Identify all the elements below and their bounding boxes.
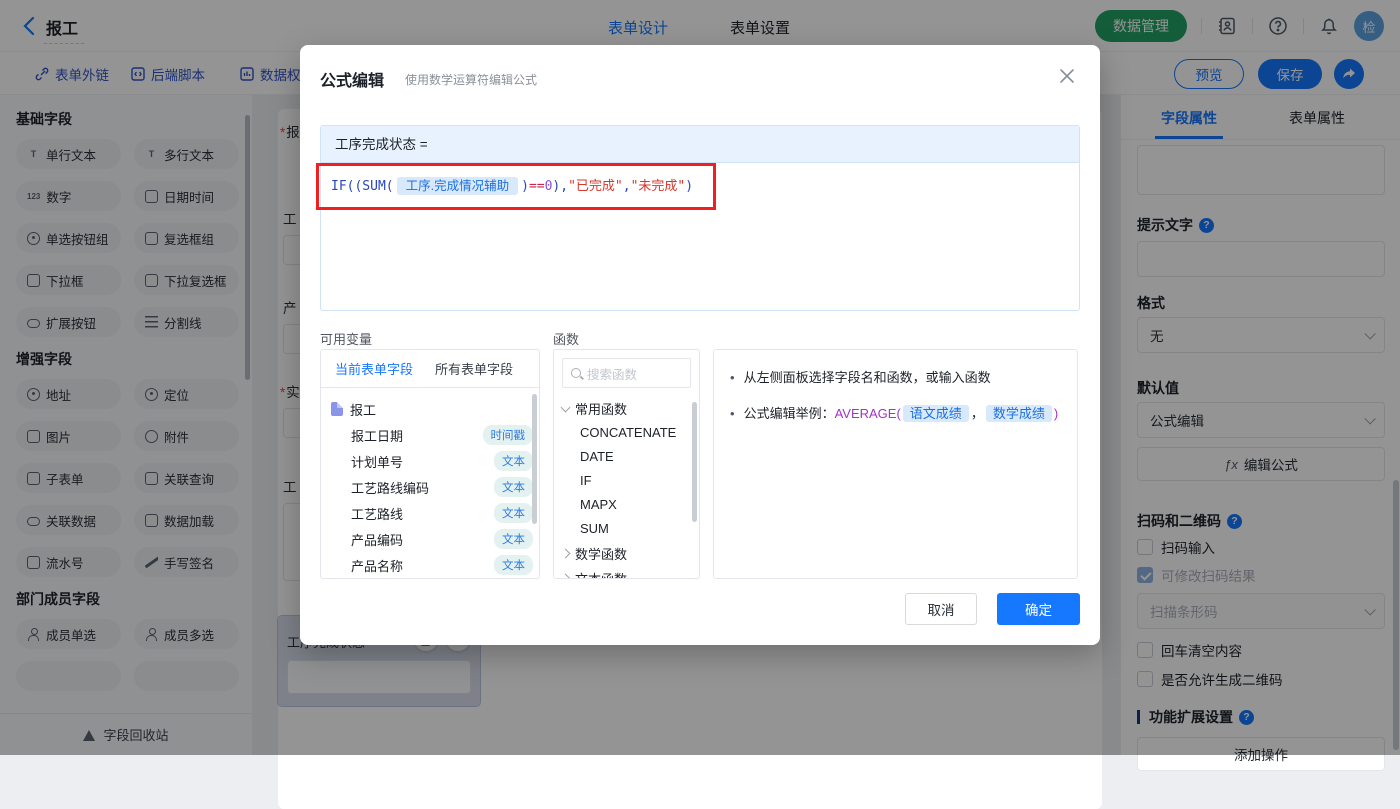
type-badge: 文本 — [494, 477, 533, 497]
formula-expression[interactable]: IF((SUM(工序.完成情况辅助)==0),"已完成","未完成") — [331, 175, 693, 194]
type-badge: 文本 — [494, 503, 533, 523]
variable-row[interactable]: 工艺路线文本 — [331, 500, 533, 526]
type-badge: 时间戳 — [483, 425, 534, 445]
modal-subtitle: 使用数学运算符编辑公式 — [405, 71, 537, 88]
function-item[interactable]: MAPX — [554, 493, 699, 517]
example-function-name: AVERAGE( — [835, 406, 901, 421]
tab-all-form-fields[interactable]: 所有表单字段 — [435, 359, 513, 378]
modal-title: 公式编辑 — [320, 67, 384, 91]
close-icon[interactable] — [1056, 65, 1078, 87]
example-token-chip[interactable]: 语文成绩 — [903, 405, 969, 422]
type-badge: 文本 — [494, 529, 533, 549]
hint-example-line: • 公式编辑举例：AVERAGE(语文成绩，数学成绩) — [730, 404, 1061, 424]
search-placeholder: 搜索函数 — [587, 364, 637, 383]
tab-current-form-fields[interactable]: 当前表单字段 — [335, 359, 413, 378]
functions-label: 函数 — [553, 329, 579, 348]
type-badge: 文本 — [494, 451, 533, 471]
variable-row[interactable]: 报工日期时间戳 — [331, 422, 533, 448]
variable-tree-root[interactable]: 报工 — [331, 396, 533, 422]
hints-panel: •从左侧面板选择字段名和函数，或输入函数 • 公式编辑举例：AVERAGE(语文… — [713, 349, 1078, 579]
formula-target: 工序完成状态 = — [321, 126, 1079, 163]
function-item[interactable]: IF — [554, 469, 699, 493]
variable-row[interactable]: 产品编码文本 — [331, 526, 533, 552]
cancel-button[interactable]: 取消 — [905, 593, 977, 625]
chevron-down-icon — [561, 402, 571, 412]
functions-scrollbar[interactable] — [692, 402, 697, 522]
type-badge: 文本 — [494, 555, 533, 575]
variable-row[interactable]: 产品名称文本 — [331, 552, 533, 578]
formula-editor[interactable]: 工序完成状态 = IF((SUM(工序.完成情况辅助)==0),"已完成","未… — [320, 125, 1080, 311]
search-icon — [571, 368, 581, 378]
chevron-right-icon — [561, 549, 571, 559]
confirm-button[interactable]: 确定 — [997, 593, 1080, 625]
variables-label: 可用变量 — [320, 329, 372, 348]
function-item[interactable]: SUM — [554, 517, 699, 541]
function-item[interactable]: DATE — [554, 445, 699, 469]
chevron-right-icon — [561, 574, 571, 579]
function-search-input[interactable]: 搜索函数 — [562, 358, 691, 388]
variable-row[interactable]: 计划单号文本 — [331, 448, 533, 474]
function-item[interactable]: CONCATENATE — [554, 421, 699, 445]
functions-panel: 搜索函数 常用函数 CONCATENATE DATE IF MAPX SUM 数… — [553, 349, 700, 579]
function-group-math[interactable]: 数学函数 — [554, 541, 699, 566]
variables-scrollbar[interactable] — [532, 394, 537, 524]
formula-edit-modal: 公式编辑 使用数学运算符编辑公式 工序完成状态 = IF((SUM(工序.完成情… — [300, 45, 1100, 645]
field-token-chip[interactable]: 工序.完成情况辅助 — [397, 177, 518, 195]
hint-line: •从左侧面板选择字段名和函数，或输入函数 — [730, 368, 1061, 388]
form-file-icon — [331, 402, 343, 416]
variables-panel: 当前表单字段 所有表单字段 报工 报工日期时间戳 计划单号文本 工艺路线编码文本… — [320, 349, 540, 579]
variable-row[interactable]: 工艺路线编码文本 — [331, 474, 533, 500]
function-group-common[interactable]: 常用函数 — [554, 396, 699, 421]
example-token-chip[interactable]: 数学成绩 — [986, 405, 1052, 422]
function-group-text[interactable]: 文本函数 — [554, 566, 699, 579]
